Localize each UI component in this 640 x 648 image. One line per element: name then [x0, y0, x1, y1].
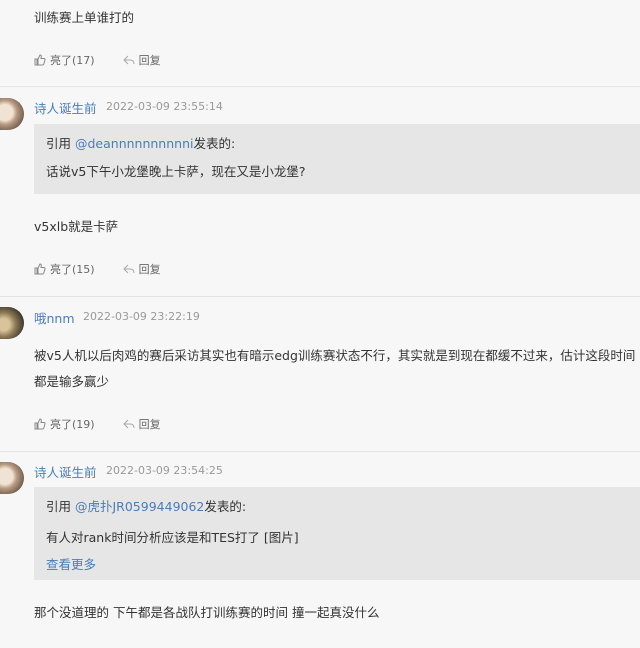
divider	[0, 296, 640, 297]
like-count: (17)	[72, 53, 95, 67]
username[interactable]: 哦nnm	[34, 308, 75, 327]
username[interactable]: 诗人诞生前	[34, 98, 97, 117]
quote-suffix: 发表的:	[193, 136, 236, 151]
quote-text: 有人对rank时间分析应该是和TES打了 [图片]	[46, 530, 299, 545]
avatar[interactable]	[0, 307, 24, 339]
like-label: 亮了	[50, 263, 72, 276]
reply-arrow-icon	[122, 419, 135, 429]
like-button[interactable]: 亮了 (19)	[34, 416, 95, 432]
avatar[interactable]	[0, 462, 24, 494]
reply-button[interactable]: 回复	[122, 416, 161, 432]
quote-text: 话说v5下午小龙堡晚上卡萨，现在又是小龙堡?	[46, 164, 306, 179]
quote-prefix: 引用	[46, 136, 75, 151]
username[interactable]: 诗人诞生前	[34, 462, 97, 481]
like-count: (15)	[72, 262, 95, 276]
reply-label: 回复	[138, 263, 161, 276]
quote-block: 引用 @虎扑JR0599449062发表的: 有人对rank时间分析应该是和TE…	[34, 487, 640, 580]
quote-header: 引用 @虎扑JR0599449062发表的:	[46, 496, 246, 515]
like-label: 亮了	[50, 54, 72, 67]
like-label: 亮了	[50, 418, 72, 431]
comment-text: 那个没道理的 下午都是各战队打训练赛的时间 撞一起真没什么	[34, 605, 380, 620]
reply-arrow-icon	[122, 55, 135, 65]
post-time: 2022-03-09 23:54:25	[106, 464, 223, 477]
like-button[interactable]: 亮了 (15)	[34, 261, 95, 277]
thumbs-up-icon	[34, 54, 46, 66]
avatar[interactable]	[0, 98, 24, 130]
divider	[0, 451, 640, 452]
quoted-user-link[interactable]: @deannnnnnnnnni	[75, 136, 193, 151]
reply-button[interactable]: 回复	[122, 261, 161, 277]
comment-text: v5xlb就是卡萨	[34, 219, 119, 234]
quoted-user-link[interactable]: @虎扑JR0599449062	[75, 499, 204, 514]
post-time: 2022-03-09 23:22:19	[83, 310, 200, 323]
like-button[interactable]: 亮了 (17)	[34, 52, 95, 68]
quote-suffix: 发表的:	[204, 499, 247, 514]
quote-block: 引用 @deannnnnnnnnni发表的: 话说v5下午小龙堡晚上卡萨，现在又…	[34, 124, 640, 194]
thumbs-up-icon	[34, 418, 46, 430]
comment-actions: 亮了 (19) 回复	[34, 416, 189, 432]
reply-arrow-icon	[122, 264, 135, 274]
comment-text: 训练赛上单谁打的	[34, 10, 135, 25]
comment-text-line: 都是输多赢少	[34, 374, 110, 389]
comment-feed: 训练赛上单谁打的 亮了 (17) 回复 诗人诞生前 2022-03-09 23:5…	[0, 0, 640, 648]
comment-text-line: 被v5人机以后肉鸡的赛后采访其实也有暗示edg训练赛状态不行，其实就是到现在都缓…	[34, 348, 636, 363]
comment-actions: 亮了 (15) 回复	[34, 261, 189, 277]
comment-actions: 亮了 (17) 回复	[34, 52, 189, 68]
quote-prefix: 引用	[46, 499, 75, 514]
see-more-link[interactable]: 查看更多	[46, 554, 96, 573]
thumbs-up-icon	[34, 263, 46, 275]
reply-label: 回复	[138, 54, 161, 67]
reply-label: 回复	[138, 418, 161, 431]
divider	[0, 86, 640, 87]
post-time: 2022-03-09 23:55:14	[106, 100, 223, 113]
reply-button[interactable]: 回复	[122, 52, 161, 68]
quote-header: 引用 @deannnnnnnnnni发表的:	[46, 133, 235, 152]
like-count: (19)	[72, 417, 95, 431]
